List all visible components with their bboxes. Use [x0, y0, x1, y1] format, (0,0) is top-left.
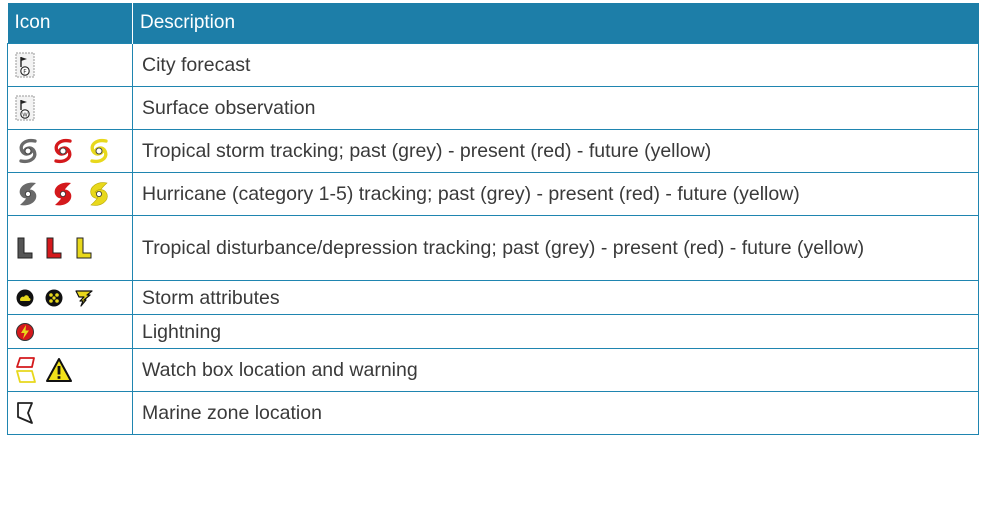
storm-hail-icon [45, 289, 63, 307]
storm-cloud-icon [16, 289, 34, 307]
description-column-header: Description [132, 3, 979, 44]
hurricane-yellow-icon [90, 182, 108, 206]
icon-cell [7, 172, 133, 216]
surface-observation-flag-icon: W [15, 95, 35, 121]
table-row: Hurricane (category 1-5) tracking; past … [7, 172, 979, 216]
description-cell: Tropical storm tracking; past (grey) - p… [132, 129, 979, 173]
description-cell: Hurricane (category 1-5) tracking; past … [132, 172, 979, 216]
svg-text:F: F [23, 69, 27, 76]
icon-cell: W [7, 86, 133, 130]
icon-cell [7, 129, 133, 173]
lightning-icon [16, 322, 34, 341]
table-row: Tropical storm tracking; past (grey) - p… [7, 129, 979, 173]
watch-box-icon [16, 357, 36, 383]
table-row: Watch box location and warning [7, 348, 979, 392]
table-row: Storm attributes [7, 280, 979, 315]
description-cell: Tropical disturbance/depression tracking… [132, 215, 979, 281]
icon-cell [7, 391, 133, 435]
description-cell: Lightning [132, 314, 979, 349]
table-row: Marine zone location [7, 391, 979, 435]
warning-triangle-icon [46, 358, 73, 382]
description-cell: Storm attributes [132, 280, 979, 315]
table-row: Lightning [7, 314, 979, 349]
svg-text:W: W [22, 112, 28, 118]
icon-cell [7, 348, 133, 392]
tropical-storm-grey-icon [19, 138, 37, 164]
icon-cell [7, 215, 133, 281]
description-cell: Watch box location and warning [132, 348, 979, 392]
table-row: F City forecast [7, 43, 979, 87]
hurricane-grey-icon [19, 182, 37, 206]
table-row: Tropical disturbance/depression tracking… [7, 215, 979, 281]
icon-cell: F [7, 43, 133, 87]
depression-yellow-icon [76, 237, 92, 259]
table-row: W Surface observation [7, 86, 979, 130]
tropical-storm-red-icon [54, 138, 73, 164]
table-header-row: Icon Description [7, 3, 979, 44]
tornado-icon [75, 290, 93, 307]
icon-column-header: Icon [7, 3, 133, 44]
description-cell: City forecast [132, 43, 979, 87]
icon-cell [7, 314, 133, 349]
hurricane-red-icon [55, 182, 72, 206]
marine-zone-icon [17, 402, 33, 424]
icon-cell [7, 280, 133, 315]
weather-icon-legend-table: Icon Description F City forecast W Surfa… [7, 3, 979, 435]
depression-red-icon [46, 237, 62, 259]
description-cell: Marine zone location [132, 391, 979, 435]
depression-grey-icon [17, 237, 33, 259]
description-cell: Surface observation [132, 86, 979, 130]
tropical-storm-yellow-icon [90, 138, 108, 164]
city-forecast-flag-icon: F [15, 52, 35, 78]
